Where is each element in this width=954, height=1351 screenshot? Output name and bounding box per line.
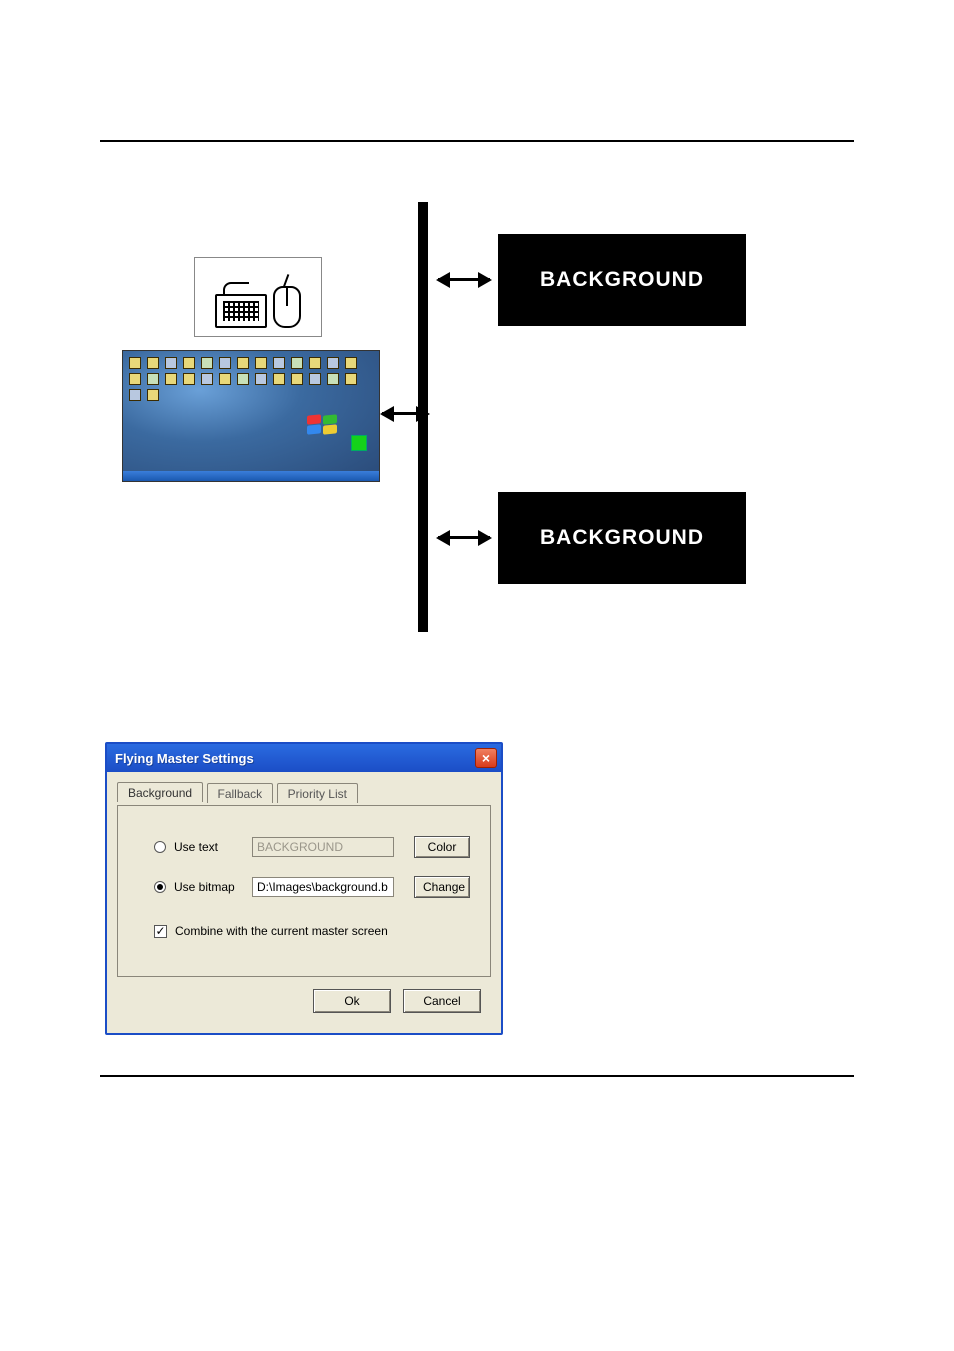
diagram: BACKGROUND BACKGROUND	[100, 202, 854, 642]
close-button[interactable]: ×	[475, 748, 497, 768]
double-arrow-icon	[382, 412, 428, 415]
radio-use-text[interactable]	[154, 841, 166, 853]
keyboard-icon	[215, 294, 267, 328]
green-indicator	[351, 435, 367, 451]
keyboard-mouse-box	[194, 257, 322, 337]
change-button[interactable]: Change	[414, 876, 470, 898]
background-box-2: BACKGROUND	[498, 492, 746, 584]
use-text-label: Use text	[174, 840, 244, 854]
tabstrip: Background Fallback Priority List	[117, 782, 491, 806]
tab-priority-list[interactable]: Priority List	[277, 783, 358, 803]
dialog-title: Flying Master Settings	[115, 751, 254, 766]
use-text-field[interactable]	[252, 837, 394, 857]
windows-logo-icon	[307, 415, 341, 437]
tabpanel-background: Use text Color Use bitmap Change Combine…	[117, 805, 491, 977]
radio-use-bitmap[interactable]	[154, 881, 166, 893]
close-icon: ×	[482, 750, 490, 766]
tab-background[interactable]: Background	[117, 782, 203, 802]
combine-label: Combine with the current master screen	[175, 924, 388, 938]
desktop-screenshot	[122, 350, 380, 482]
use-bitmap-field[interactable]	[252, 877, 394, 897]
use-bitmap-label: Use bitmap	[174, 880, 244, 894]
checkbox-combine[interactable]	[154, 925, 167, 938]
top-rule	[100, 140, 854, 142]
tab-fallback[interactable]: Fallback	[207, 783, 274, 803]
titlebar[interactable]: Flying Master Settings ×	[107, 744, 501, 772]
background-box-1: BACKGROUND	[498, 234, 746, 326]
double-arrow-icon	[438, 536, 490, 539]
cancel-button[interactable]: Cancel	[403, 989, 481, 1013]
mouse-icon	[273, 286, 301, 328]
bottom-rule	[100, 1075, 854, 1077]
taskbar	[123, 471, 379, 481]
ok-button[interactable]: Ok	[313, 989, 391, 1013]
color-button[interactable]: Color	[414, 836, 470, 858]
flying-master-settings-dialog: Flying Master Settings × Background Fall…	[105, 742, 503, 1035]
double-arrow-icon	[438, 278, 490, 281]
